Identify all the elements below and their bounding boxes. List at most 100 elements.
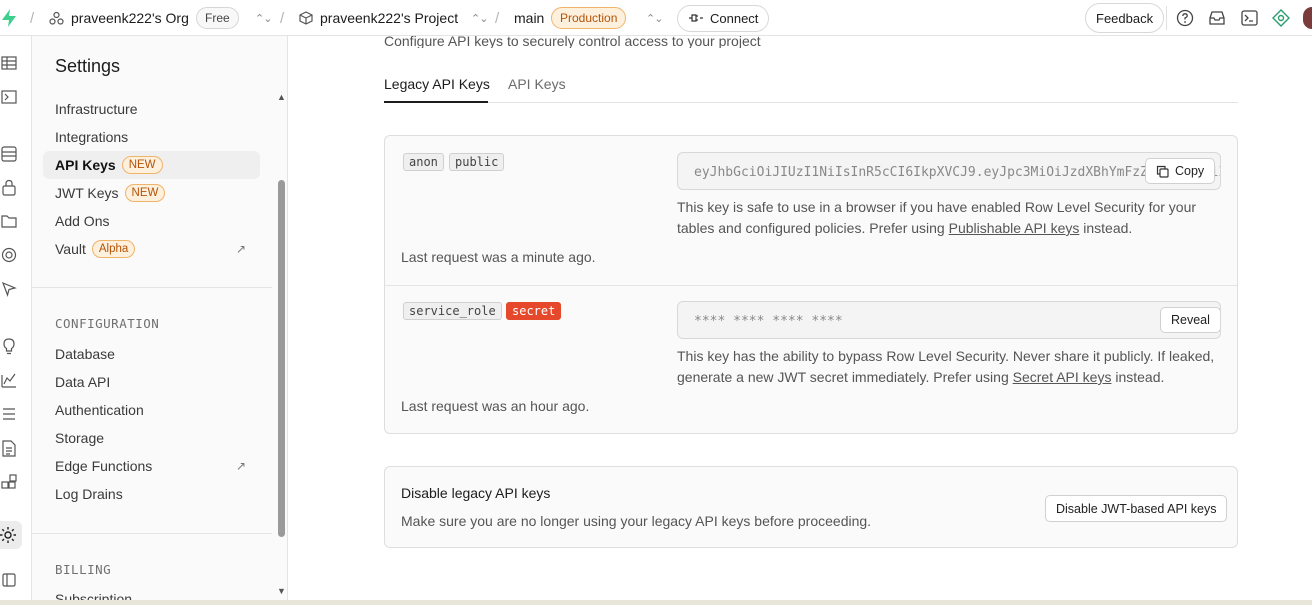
tab-bar: Legacy API Keys API Keys bbox=[384, 70, 1238, 103]
sidebar-item-label: Edge Functions bbox=[55, 458, 153, 474]
sidebar-item-authentication[interactable]: Authentication bbox=[43, 396, 260, 424]
supabase-logo-icon[interactable] bbox=[0, 0, 20, 36]
integrations-icon[interactable] bbox=[0, 473, 18, 491]
external-link-icon: ↗ bbox=[235, 459, 246, 473]
sidebar-item-label: Storage bbox=[55, 430, 105, 446]
terminal-icon[interactable] bbox=[1236, 0, 1262, 36]
realtime-icon[interactable] bbox=[0, 280, 18, 298]
org-switcher-chevron-icon[interactable]: ⌃⌄ bbox=[255, 0, 272, 36]
page-description: Configure API keys to securely control a… bbox=[384, 36, 761, 48]
help-icon[interactable] bbox=[1172, 0, 1198, 36]
secret-keys-link[interactable]: Secret API keys bbox=[1013, 369, 1112, 385]
org-icon bbox=[49, 0, 64, 36]
connect-button[interactable]: Connect bbox=[677, 4, 770, 32]
logs-icon[interactable] bbox=[0, 405, 18, 423]
org-name[interactable]: praveenk222's Org bbox=[71, 0, 189, 36]
auth-icon[interactable] bbox=[0, 178, 18, 196]
advisors-icon[interactable] bbox=[0, 337, 18, 355]
topbar-divider bbox=[1166, 0, 1167, 36]
edge-functions-icon[interactable] bbox=[0, 246, 18, 264]
service-role-key-field[interactable]: **** **** **** **** Reveal bbox=[677, 301, 1221, 339]
branch-name[interactable]: main bbox=[514, 0, 544, 36]
scroll-up-arrow-icon[interactable]: ▲ bbox=[277, 92, 286, 102]
sidebar-item-log-drains[interactable]: Log Drains bbox=[43, 480, 260, 508]
sidebar-item-label: Data API bbox=[55, 374, 111, 390]
anon-key-value: eyJhbGciOiJIUzI1NiIsInR5cCI6IkpXVCJ9.eyJ… bbox=[694, 165, 1221, 180]
settings-sidebar: Settings Infrastructure Integrations API… bbox=[32, 36, 288, 605]
sidebar-item-label: Add Ons bbox=[55, 213, 110, 229]
section-heading-billing: BILLING bbox=[55, 562, 112, 577]
description-text: instead. bbox=[1079, 220, 1133, 236]
sidebar-item-add-ons[interactable]: Add Ons bbox=[43, 207, 260, 235]
sidebar-item-infrastructure[interactable]: Infrastructure bbox=[43, 95, 260, 123]
reports-icon[interactable] bbox=[0, 371, 18, 389]
table-editor-icon[interactable] bbox=[0, 54, 18, 72]
branch-switcher-chevron-icon[interactable]: ⌃⌄ bbox=[646, 0, 663, 36]
sidebar-item-edge-functions[interactable]: Edge Functions ↗ bbox=[43, 452, 260, 480]
service-role-last-request: Last request was an hour ago. bbox=[401, 398, 590, 414]
collapse-sidebar-icon[interactable] bbox=[0, 571, 18, 589]
anon-key-field[interactable]: eyJhbGciOiJIUzI1NiIsInR5cCI6IkpXVCJ9.eyJ… bbox=[677, 152, 1221, 190]
breadcrumb-separator: / bbox=[495, 9, 500, 27]
disable-card-title: Disable legacy API keys bbox=[401, 485, 551, 501]
connect-button-wrap: Connect bbox=[677, 0, 770, 36]
sidebar-item-data-api[interactable]: Data API bbox=[43, 368, 260, 396]
plug-icon bbox=[689, 14, 703, 22]
database-icon[interactable] bbox=[0, 145, 18, 163]
anon-key-row: anon public eyJhbGciOiJIUzI1NiIsInR5cCI6… bbox=[385, 136, 1237, 285]
key-tag: anon bbox=[403, 153, 444, 171]
sidebar-item-database[interactable]: Database bbox=[43, 340, 260, 368]
project-switcher-chevron-icon[interactable]: ⌃⌄ bbox=[471, 0, 488, 36]
service-role-key-row: service_role secret **** **** **** **** … bbox=[385, 286, 1237, 435]
top-bar: / praveenk222's Org Free ⌃⌄ / praveenk22… bbox=[0, 0, 1312, 36]
sidebar-item-label: Vault bbox=[55, 241, 86, 257]
feedback-button[interactable]: Feedback bbox=[1085, 3, 1165, 33]
copy-icon bbox=[1156, 165, 1169, 178]
alpha-badge: Alpha bbox=[91, 240, 136, 258]
disable-jwt-keys-button[interactable]: Disable JWT-based API keys bbox=[1045, 495, 1228, 522]
sidebar-item-vault[interactable]: Vault Alpha ↗ bbox=[43, 235, 260, 263]
inbox-icon[interactable] bbox=[1204, 0, 1230, 36]
breadcrumb-separator: / bbox=[30, 9, 35, 27]
main-content: Configure API keys to securely control a… bbox=[289, 36, 1312, 605]
sidebar-item-api-keys[interactable]: API Keys NEW bbox=[43, 151, 260, 179]
sidebar-item-jwt-keys[interactable]: JWT Keys NEW bbox=[43, 179, 260, 207]
project-name[interactable]: praveenk222's Project bbox=[320, 0, 458, 36]
service-role-description: This key has the ability to bypass Row L… bbox=[677, 346, 1217, 388]
sidebar-scrollbar[interactable]: ▲ ▼ bbox=[274, 92, 287, 605]
left-nav-rail bbox=[0, 36, 32, 605]
anon-last-request: Last request was a minute ago. bbox=[401, 249, 596, 265]
description-text: instead. bbox=[1111, 369, 1165, 385]
copy-button[interactable]: Copy bbox=[1145, 158, 1216, 184]
sql-editor-icon[interactable] bbox=[0, 88, 18, 106]
branch-env-badge-wrap: Production bbox=[551, 0, 627, 36]
storage-icon[interactable] bbox=[0, 212, 18, 230]
sidebar-item-label: Authentication bbox=[55, 402, 144, 418]
api-docs-icon[interactable] bbox=[0, 439, 18, 457]
disable-legacy-keys-card: Disable legacy API keys Make sure you ar… bbox=[384, 466, 1238, 548]
sidebar-divider bbox=[32, 287, 272, 288]
sidebar-item-storage[interactable]: Storage bbox=[43, 424, 260, 452]
sidebar-item-label: JWT Keys bbox=[55, 185, 119, 201]
settings-gear-icon[interactable] bbox=[0, 521, 22, 549]
sidebar-item-label: Infrastructure bbox=[55, 101, 138, 117]
assistant-icon[interactable] bbox=[1268, 0, 1294, 36]
bottom-edge-strip bbox=[0, 600, 1312, 605]
publishable-keys-link[interactable]: Publishable API keys bbox=[949, 220, 1080, 236]
new-badge: NEW bbox=[124, 184, 166, 202]
sidebar-divider bbox=[32, 533, 272, 534]
sidebar-item-label: Log Drains bbox=[55, 486, 123, 502]
reveal-button[interactable]: Reveal bbox=[1160, 307, 1220, 333]
scroll-down-arrow-icon[interactable]: ▼ bbox=[277, 586, 286, 596]
service-role-key-value: **** **** **** **** bbox=[694, 314, 843, 329]
scrollbar-thumb[interactable] bbox=[278, 180, 285, 537]
tab-legacy-api-keys[interactable]: Legacy API Keys bbox=[384, 76, 490, 92]
disable-card-description: Make sure you are no longer using your l… bbox=[401, 513, 872, 529]
tab-api-keys[interactable]: API Keys bbox=[508, 76, 566, 92]
sidebar-item-label: API Keys bbox=[55, 157, 116, 173]
avatar[interactable] bbox=[1303, 0, 1312, 36]
sidebar-item-label: Integrations bbox=[55, 129, 129, 145]
sidebar-item-integrations[interactable]: Integrations bbox=[43, 123, 260, 151]
key-tag: public bbox=[449, 153, 505, 171]
legacy-keys-card: anon public eyJhbGciOiJIUzI1NiIsInR5cCI6… bbox=[384, 135, 1238, 434]
